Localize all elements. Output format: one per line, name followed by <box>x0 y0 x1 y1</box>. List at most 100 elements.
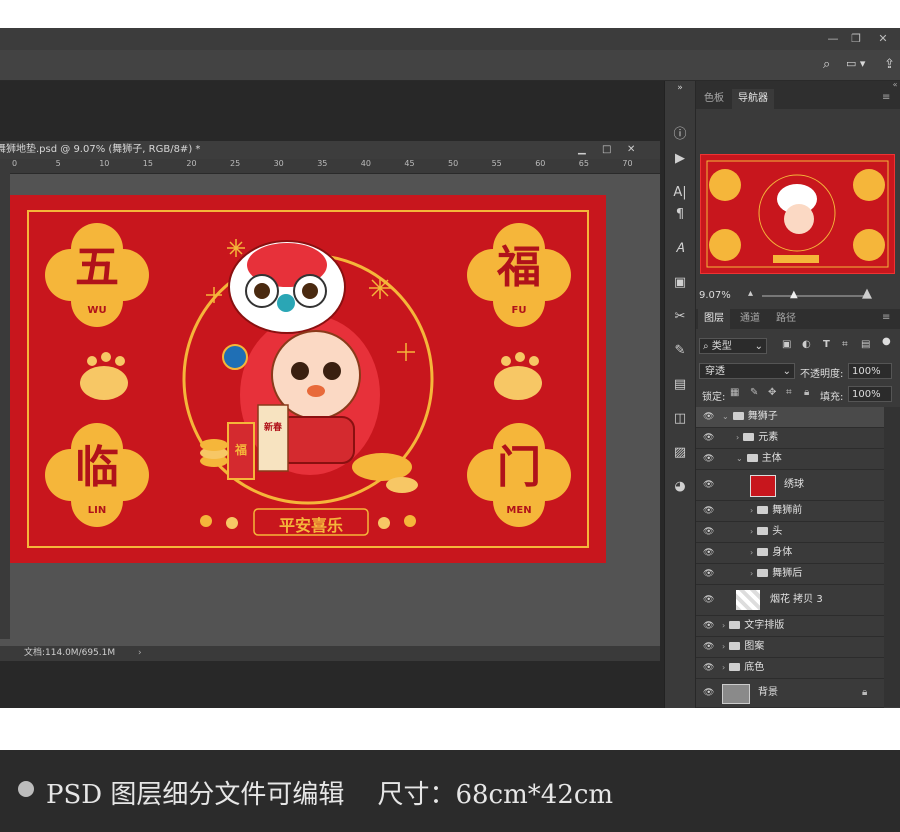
lock-artboard-icon[interactable]: ⌗ <box>786 387 792 398</box>
right-panel: « 色板 导航器 ≡ 9.07% ▴ ▲ ▲ 图层 通道 路径 ≡ ⌕ 类型 ⌄… <box>696 81 900 708</box>
ruler-tick-label: 15 <box>142 159 153 168</box>
horizontal-ruler: 0 5 10 15 20 25 30 35 40 45 50 55 60 65 70 <box>10 159 660 174</box>
layer-row[interactable]: 👁︎ 烟花 拷贝 3 <box>696 585 884 616</box>
restore-icon[interactable]: ❐ <box>845 31 867 47</box>
filter-text-icon[interactable]: T <box>823 339 830 350</box>
layer-row[interactable]: 👁︎ › 图案 <box>696 637 884 658</box>
layer-row[interactable]: 👁︎ 绣球 <box>696 470 884 501</box>
layer-row[interactable]: 👁︎ › 底色 <box>696 658 884 679</box>
banner-text: 平安喜乐 <box>278 516 343 535</box>
minimize-icon[interactable]: — <box>822 31 844 47</box>
layer-name: 烟花 拷贝 3 <box>770 594 823 605</box>
document-window: 舞狮地垫.psd @ 9.07% (舞狮子, RGB/8#) * ▁ □ ✕ 0… <box>0 141 660 661</box>
zoom-slider[interactable] <box>762 295 866 297</box>
lock-transparent-icon[interactable]: ▦ <box>730 387 739 398</box>
layer-row[interactable]: 👁︎ › 身体 <box>696 543 884 564</box>
tab-navigator[interactable]: 导航器 <box>732 89 774 109</box>
lock-paint-icon[interactable]: ✎ <box>750 387 758 398</box>
navigator-zoom-value[interactable]: 9.07% <box>699 290 731 301</box>
layers-menu-icon[interactable]: ≡ <box>882 312 890 323</box>
eye-icon[interactable]: 👁︎ <box>703 616 714 636</box>
zoom-in-icon[interactable]: ▲ <box>862 286 872 301</box>
paragraph-icon[interactable]: ¶ <box>665 203 695 227</box>
filter-shape-icon[interactable]: ⌗ <box>842 339 848 350</box>
layer-row[interactable]: 👁︎ › 舞狮后 <box>696 564 884 585</box>
tools-icon[interactable]: ✂ <box>665 305 695 329</box>
layer-row[interactable]: 👁︎ ⌄ 主体 <box>696 449 884 470</box>
lock-label: 锁定: <box>702 392 726 403</box>
navigator-preview[interactable] <box>700 154 895 274</box>
history-icon[interactable]: ◫ <box>665 407 695 431</box>
lock-all-icon[interactable]: 🔒︎ <box>804 387 809 398</box>
char-wu: 五 <box>75 242 119 293</box>
layer-row[interactable]: 👁︎ 背景 🔒︎ <box>696 679 884 708</box>
layer-row[interactable]: 👁︎ › 元素 <box>696 428 884 449</box>
eye-icon[interactable]: 👁︎ <box>703 585 714 615</box>
blend-mode-select[interactable]: 穿透 ⌄ <box>699 363 795 379</box>
zoom-slider-handle[interactable]: ▲ <box>790 289 798 300</box>
opacity-field[interactable]: 100% ⌄ <box>848 363 892 393</box>
status-arrow-icon[interactable]: › <box>138 646 142 661</box>
layer-row[interactable]: 👁︎ › 头 <box>696 522 884 543</box>
collapse-icon[interactable]: » <box>665 81 695 95</box>
close-icon[interactable]: ✕ <box>872 31 894 47</box>
blend-row: 穿透⌄ 不透明度: 100% ⌄ <box>696 361 900 393</box>
panel-collapse-bar[interactable]: « <box>696 81 900 89</box>
brush-settings-icon[interactable]: ▣ <box>665 271 695 295</box>
folder-icon <box>757 527 769 535</box>
eye-icon[interactable]: 👁︎ <box>703 501 714 521</box>
adjust-icon[interactable]: ✎ <box>665 339 695 363</box>
folder-icon <box>729 663 741 671</box>
filter-toggle-icon[interactable]: ● <box>882 336 891 347</box>
search-icon[interactable]: ⌕ <box>823 57 830 72</box>
fill-field[interactable]: 100% ⌄ <box>848 386 892 416</box>
layer-row[interactable]: 👁︎ ⌄ 舞狮子 <box>696 407 884 428</box>
tab-paths[interactable]: 路径 <box>770 309 802 329</box>
color-icon[interactable]: ▨ <box>665 441 695 465</box>
eye-icon[interactable]: 👁︎ <box>703 543 714 563</box>
document-workspace: 舞狮地垫.psd @ 9.07% (舞狮子, RGB/8#) * ▁ □ ✕ 0… <box>0 81 662 708</box>
navigator-menu-icon[interactable]: ≡ <box>882 92 890 103</box>
document-tab[interactable]: 舞狮地垫.psd @ 9.07% (舞狮子, RGB/8#) * ▁ □ ✕ <box>0 141 660 159</box>
filter-adjust-icon[interactable]: ◐ <box>802 339 811 350</box>
doc-restore-icon[interactable]: □ <box>602 141 611 159</box>
tab-swatches[interactable]: 色板 <box>698 89 730 109</box>
tab-channels[interactable]: 通道 <box>734 309 766 329</box>
character-icon[interactable]: A| <box>665 181 695 205</box>
share-icon[interactable]: ⇪ <box>884 57 895 72</box>
layer-row[interactable]: 👁︎ › 舞狮前 <box>696 501 884 522</box>
folder-icon <box>732 412 744 420</box>
play-icon[interactable]: ▶ <box>665 147 695 171</box>
doc-close-icon[interactable]: ✕ <box>627 141 635 159</box>
layers-scrollbar[interactable] <box>884 407 900 707</box>
navigator-zoom-row: 9.07% ▴ ▲ ▲ <box>696 286 900 304</box>
eye-icon[interactable]: 👁︎ <box>703 679 714 707</box>
eye-icon[interactable]: 👁︎ <box>703 658 714 678</box>
workspace-icon[interactable]: ▭ ▾ <box>846 57 865 70</box>
folder-icon <box>757 506 769 514</box>
filter-pixel-icon[interactable]: ▣ <box>782 339 791 350</box>
zoom-out-icon[interactable]: ▴ <box>748 288 753 299</box>
glyph-icon[interactable]: 𝐴 <box>665 237 695 261</box>
caption-bar: PSD 图层细分文件可编辑 尺寸：68cm*42cm <box>0 750 900 832</box>
char-tile-lin: 临 LIN <box>40 423 154 530</box>
doc-minimize-icon[interactable]: ▁ <box>578 141 586 159</box>
eye-icon[interactable]: 👁︎ <box>703 637 714 657</box>
eye-icon[interactable]: 👁︎ <box>703 470 714 500</box>
pinyin-lin: LIN <box>87 505 107 516</box>
filter-smart-icon[interactable]: ▤ <box>861 339 870 350</box>
properties-icon[interactable]: ▤ <box>665 373 695 397</box>
eye-icon[interactable]: 👁︎ <box>703 407 714 427</box>
layer-row[interactable]: 👁︎ › 文字排版 <box>696 616 884 637</box>
tab-layers[interactable]: 图层 <box>698 309 730 329</box>
eye-icon[interactable]: 👁︎ <box>703 564 714 584</box>
filter-type-select[interactable]: ⌕ 类型 ⌄ <box>699 338 767 354</box>
eye-icon[interactable]: 👁︎ <box>703 449 714 469</box>
info-icon[interactable]: ⓘ <box>665 123 695 147</box>
pinyin-men: MEN <box>506 505 532 516</box>
eye-icon[interactable]: 👁︎ <box>703 428 714 448</box>
swatch-palette-icon[interactable]: ◕ <box>665 475 695 499</box>
eye-icon[interactable]: 👁︎ <box>703 522 714 542</box>
artwork-canvas[interactable]: 五 WU 福 FU 临 LIN 门 MEN 平安喜乐 新春 福 <box>10 195 606 563</box>
lock-move-icon[interactable]: ✥ <box>768 387 776 398</box>
